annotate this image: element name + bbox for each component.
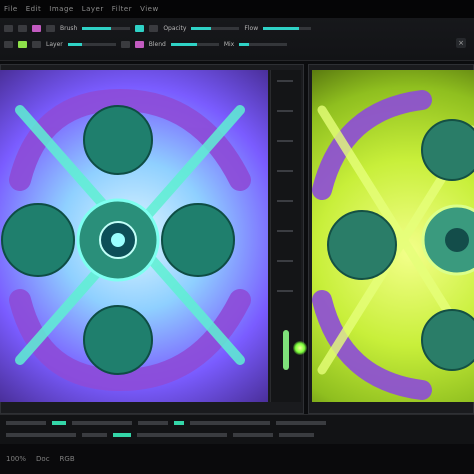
status-item: RGB	[59, 455, 75, 463]
brush-label: Brush	[60, 24, 78, 32]
status-item: Doc	[36, 455, 50, 463]
tool-button[interactable]	[18, 24, 27, 32]
flow-slider[interactable]	[263, 26, 312, 30]
layer-slider[interactable]	[67, 42, 116, 46]
tool-button-active-green[interactable]	[18, 40, 27, 48]
opacity-label: Opacity	[163, 24, 187, 32]
tool-button-active-cyan[interactable]	[135, 24, 145, 32]
flow-label: Flow	[244, 24, 259, 32]
close-icon[interactable]: ×	[456, 38, 466, 48]
menu-bar: File Edit Image Layer Filter View	[0, 0, 474, 18]
menu-item-file[interactable]: File	[4, 5, 18, 13]
mix-label: Mix	[223, 40, 235, 48]
tool-button[interactable]	[120, 40, 130, 48]
zoom-readout[interactable]: 100%	[6, 455, 26, 463]
tool-button-active-pink[interactable]	[134, 40, 144, 48]
tool-button[interactable]	[4, 40, 13, 48]
toolbar-row-1: Brush Opacity Flow	[4, 22, 470, 34]
scroll-thumb[interactable]	[283, 330, 289, 370]
menu-item-edit[interactable]: Edit	[26, 5, 42, 13]
blend-slider[interactable]	[170, 42, 219, 46]
status-bar: 100% Doc RGB	[0, 444, 474, 474]
status-glow-icon	[293, 341, 307, 355]
layer-label: Layer	[46, 40, 63, 48]
toolbar: Brush Opacity Flow Layer Blend Mix	[0, 18, 474, 61]
tool-button[interactable]	[46, 24, 55, 32]
toolbar-row-2: Layer Blend Mix	[4, 38, 470, 50]
right-canvas-artwork	[312, 90, 474, 400]
tool-button[interactable]	[32, 40, 41, 48]
mix-slider[interactable]	[239, 42, 288, 46]
left-canvas[interactable]	[0, 70, 268, 402]
left-canvas-artwork	[1, 88, 251, 392]
menu-item-view[interactable]: View	[140, 5, 159, 13]
right-canvas[interactable]	[312, 70, 474, 402]
brush-slider[interactable]	[82, 26, 131, 30]
tool-button[interactable]	[149, 24, 159, 32]
tool-button-active-pink[interactable]	[32, 24, 41, 32]
blend-label: Blend	[148, 40, 166, 48]
menu-item-filter[interactable]: Filter	[112, 5, 132, 13]
timeline-strip[interactable]	[0, 414, 474, 445]
tool-button[interactable]	[4, 24, 13, 32]
menu-item-layer[interactable]: Layer	[82, 5, 104, 13]
menu-item-image[interactable]: Image	[49, 5, 73, 13]
opacity-slider[interactable]	[191, 26, 240, 30]
